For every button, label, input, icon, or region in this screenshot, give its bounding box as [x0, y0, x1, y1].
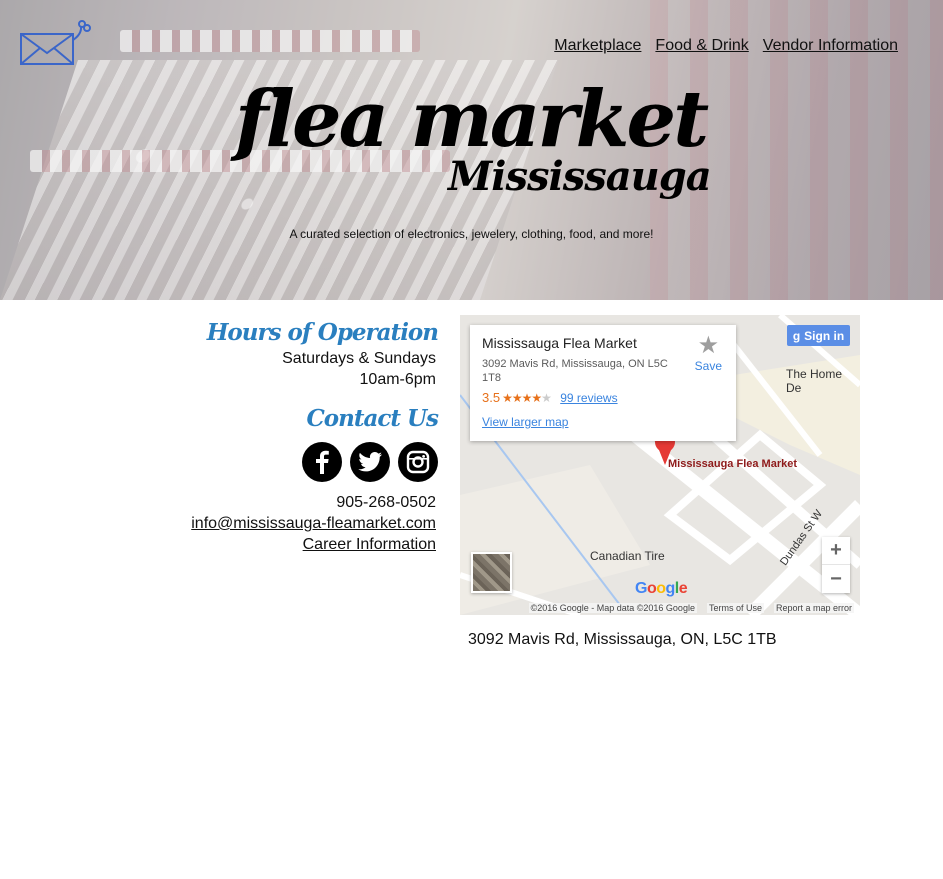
- hours-heading: Hours of Operation: [206, 319, 439, 346]
- info-column: Hours of Operation Saturdays & Sundays 1…: [160, 318, 439, 555]
- zoom-in-button[interactable]: +: [822, 537, 850, 565]
- twitter-icon[interactable]: [350, 442, 390, 482]
- map-footer: ©2016 Google - Map data ©2016 Google Ter…: [460, 601, 860, 615]
- map-report-link[interactable]: Report a map error: [773, 603, 854, 613]
- save-button[interactable]: ★ Save: [694, 332, 722, 374]
- place-card: Mississauga Flea Market 3092 Mavis Rd, M…: [470, 325, 736, 441]
- contact-email-link[interactable]: info@mississauga-fleamarket.com: [191, 515, 436, 532]
- google-logo: Google: [635, 580, 688, 597]
- view-larger-map-link[interactable]: View larger map: [482, 415, 724, 429]
- main-nav: Marketplace Food & Drink Vendor Informat…: [554, 37, 898, 55]
- embedded-map[interactable]: Mississauga Flea Market 3092 Mavis Rd, M…: [460, 315, 860, 615]
- map-label-home-depot: The Home De: [786, 367, 843, 395]
- nav-food-drink[interactable]: Food & Drink: [655, 37, 748, 55]
- hours-days: Saturdays & Sundays: [282, 350, 436, 367]
- brand-wordmark: flea market Mississauga: [0, 74, 943, 201]
- place-rating: 3.5 ★★★★★ 99 reviews: [482, 390, 724, 405]
- nav-vendor-information[interactable]: Vendor Information: [763, 37, 898, 55]
- brand-subtitle: Mississauga: [448, 153, 712, 200]
- logo-icon[interactable]: [18, 20, 92, 68]
- zoom-out-button[interactable]: −: [822, 565, 850, 593]
- map-label-canadian-tire: Canadian Tire: [590, 549, 665, 563]
- contact-phone: 905-268-0502: [336, 494, 436, 511]
- zoom-control: + −: [822, 537, 850, 593]
- map-copyright: ©2016 Google - Map data ©2016 Google: [528, 603, 697, 613]
- nav-marketplace[interactable]: Marketplace: [554, 37, 641, 55]
- satellite-toggle[interactable]: [471, 552, 512, 593]
- sign-in-button[interactable]: g Sign in: [787, 325, 850, 346]
- map-pin-label: Mississauga Flea Market: [668, 458, 798, 470]
- street-address: 3092 Mavis Rd, Mississauga, ON, L5C 1TB: [468, 631, 777, 648]
- place-address: 3092 Mavis Rd, Mississauga, ON L5C 1T8: [482, 358, 668, 384]
- map-terms-link[interactable]: Terms of Use: [706, 603, 764, 613]
- hero-banner: Marketplace Food & Drink Vendor Informat…: [0, 0, 943, 300]
- contact-heading: Contact Us: [306, 405, 439, 432]
- hours-time: 10am-6pm: [359, 371, 436, 388]
- star-icon: ★: [697, 332, 720, 359]
- place-name: Mississauga Flea Market: [482, 335, 637, 351]
- social-links: [160, 442, 438, 482]
- save-label: Save: [694, 359, 722, 373]
- brand-title: flea market: [234, 74, 709, 165]
- career-information-link[interactable]: Career Information: [303, 536, 436, 553]
- facebook-icon[interactable]: [302, 442, 342, 482]
- instagram-icon[interactable]: [398, 442, 438, 482]
- rating-stars-icon: ★★★★★: [502, 391, 552, 405]
- rating-score: 3.5: [482, 390, 501, 405]
- reviews-link[interactable]: 99 reviews: [560, 391, 617, 405]
- tagline: A curated selection of electronics, jewe…: [289, 227, 654, 241]
